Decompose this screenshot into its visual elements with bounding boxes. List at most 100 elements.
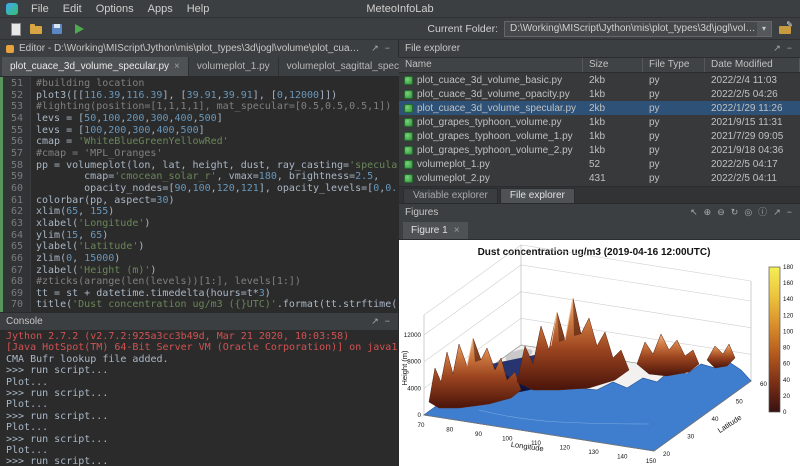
figures-panel: Figures ↖⊕⊖↻◎ⓘ↗− Figure 1 ×: [399, 203, 800, 466]
console-line: Plot...: [6, 445, 394, 456]
rotate-icon[interactable]: ↻: [729, 208, 741, 217]
tab-variable-explorer[interactable]: Variable explorer: [403, 188, 498, 203]
run-script-button[interactable]: [71, 22, 85, 36]
open-folder-button[interactable]: [29, 22, 43, 36]
zoom-out-icon[interactable]: ⊖: [715, 208, 727, 217]
code-line[interactable]: 56cmap = 'WhiteBlueGreenYellowRed': [0, 136, 398, 148]
tick-label: Height (m): [400, 350, 409, 386]
line-number: 63: [0, 218, 30, 230]
table-row[interactable]: volumeplot_1.py52py2022/2/5 04:17: [399, 157, 800, 171]
menu-help[interactable]: Help: [180, 3, 217, 15]
line-number: 60: [0, 183, 30, 195]
full-extent-icon[interactable]: ◎: [742, 208, 754, 217]
save-button[interactable]: [50, 22, 64, 36]
code-line[interactable]: 60 opacity_nodes=[90,100,120,121], opaci…: [0, 183, 398, 195]
plot-3d-scene: Dust concentration ug/m3 (2019-04-16 12:…: [399, 240, 800, 466]
column-header[interactable]: Date Modified: [705, 58, 800, 72]
pointer-icon[interactable]: ↖: [688, 208, 700, 217]
code-editor[interactable]: 51#building location52plot3([[116.39,116…: [0, 77, 398, 312]
menu-bar: FileEditOptionsAppsHelp: [24, 3, 216, 15]
menu-edit[interactable]: Edit: [56, 3, 89, 15]
table-row[interactable]: plot_cuace_3d_volume_specular.py2kbpy202…: [399, 101, 800, 115]
line-number: 52: [0, 90, 30, 102]
code-line[interactable]: 58pp = volumeplot(lon, lat, height, dust…: [0, 160, 398, 172]
column-header[interactable]: Name: [399, 58, 583, 72]
code-line[interactable]: 69tt = st + datetime.timedelta(hours=t*3…: [0, 288, 398, 300]
main-toolbar: Current Folder: D:\Working\MIScript\Jyth…: [0, 18, 800, 40]
table-row[interactable]: plot_grapes_typhoon_volume.py1kbpy2021/9…: [399, 115, 800, 129]
toolbar-icons: [8, 22, 85, 36]
code-line[interactable]: 53#lighting(position=[1,1,1,1], mat_spec…: [0, 101, 398, 113]
identify-icon[interactable]: ⓘ: [756, 208, 769, 217]
console-line: >>> run script...: [6, 456, 394, 466]
tab-figure-1[interactable]: Figure 1 ×: [403, 222, 468, 239]
file-size: 431: [583, 173, 643, 184]
table-row[interactable]: plot_grapes_typhoon_volume_1.py1kbpy2021…: [399, 129, 800, 143]
code-line[interactable]: 51#building location: [0, 78, 398, 90]
meteoinfolab-window: FileEditOptionsAppsHelp MeteoInfoLab Cur…: [0, 0, 800, 466]
table-row[interactable]: volumeplot_2.py431py2022/2/5 04:11: [399, 171, 800, 185]
code-line[interactable]: 61colorbar(pp, aspect=30): [0, 195, 398, 207]
file-date: 2021/7/29 09:05: [705, 131, 800, 142]
editor-tab[interactable]: volumeplot_1.py: [189, 57, 279, 76]
minimize-icon[interactable]: −: [785, 44, 794, 53]
minimize-icon[interactable]: −: [383, 317, 392, 326]
table-row[interactable]: plot_cuace_3d_volume_opacity.py1kbpy2022…: [399, 87, 800, 101]
console-line: [Java HotSpot(TM) 64-Bit Server VM (Orac…: [6, 342, 394, 353]
code-line[interactable]: 57#cmap = 'MPL_Oranges': [0, 148, 398, 160]
tick-label: 180: [783, 264, 794, 271]
line-number: 65: [0, 241, 30, 253]
code-line[interactable]: 70title('Dust concentration ug/m3 ({}UTC…: [0, 299, 398, 311]
file-type: py: [643, 75, 705, 86]
line-number: 68: [0, 276, 30, 288]
zoom-in-icon[interactable]: ⊕: [702, 208, 714, 217]
editor-tab-label: volumeplot_1.py: [197, 61, 270, 72]
line-number: 69: [0, 288, 30, 300]
code-line[interactable]: 63xlabel('Longitude'): [0, 218, 398, 230]
right-pane: File explorer ↗− NameSizeFile TypeDate M…: [399, 40, 800, 466]
code-line[interactable]: 54levs = [50,100,200,300,400,500]: [0, 113, 398, 125]
menu-options[interactable]: Options: [89, 3, 141, 15]
code-line[interactable]: 65ylabel('Latitude'): [0, 241, 398, 253]
current-folder-combobox[interactable]: D:\Working\MIScript\Jython\mis\plot_type…: [504, 21, 772, 37]
minimize-icon[interactable]: −: [383, 44, 392, 53]
tab-file-explorer[interactable]: File explorer: [500, 188, 575, 203]
close-icon[interactable]: ×: [174, 61, 180, 72]
table-row[interactable]: plot_cuace_3d_volume_basic.py2kbpy2022/2…: [399, 73, 800, 87]
file-explorer-header-icons: ↗−: [771, 44, 794, 53]
figure-canvas[interactable]: Dust concentration ug/m3 (2019-04-16 12:…: [399, 240, 800, 466]
code-line[interactable]: 62xlim(65, 155): [0, 206, 398, 218]
file-date: 2021/9/15 11:31: [705, 117, 800, 128]
dropdown-arrow-icon[interactable]: ▾: [757, 22, 771, 36]
new-file-button[interactable]: [8, 22, 22, 36]
browse-folder-button[interactable]: [778, 22, 792, 36]
file-date: 2022/1/29 11:26: [705, 103, 800, 114]
column-header[interactable]: File Type: [643, 58, 705, 72]
code-line[interactable]: 66zlim(0, 15000): [0, 253, 398, 265]
code-line[interactable]: 59 cmap='cmocean_solar_r', vmax=180, bri…: [0, 171, 398, 183]
code-line[interactable]: 64ylim(15, 65): [0, 230, 398, 242]
line-number: 51: [0, 78, 30, 90]
minimize-icon[interactable]: −: [785, 208, 794, 217]
float-icon[interactable]: ↗: [771, 44, 783, 53]
console-line: Plot...: [6, 422, 394, 433]
close-icon[interactable]: ×: [454, 225, 460, 236]
menu-file[interactable]: File: [24, 3, 56, 15]
menu-apps[interactable]: Apps: [141, 3, 180, 15]
editor-tab[interactable]: plot_cuace_3d_volume_specular.py×: [2, 57, 189, 76]
line-number: 58: [0, 160, 30, 172]
float-icon[interactable]: ↗: [369, 44, 381, 53]
console-output[interactable]: Jython 2.7.2 (v2.7.2:925a3cc3b49d, Mar 2…: [0, 330, 398, 466]
tick-label: 140: [617, 454, 628, 461]
float-icon[interactable]: ↗: [771, 208, 783, 217]
tick-label: 140: [783, 296, 794, 303]
code-line[interactable]: 52plot3([[116.39,116.39], [39.91,39.91],…: [0, 90, 398, 102]
code-line[interactable]: 67zlabel('Height (m)'): [0, 265, 398, 277]
code-line[interactable]: 55levs = [100,200,300,400,500]: [0, 125, 398, 137]
table-row[interactable]: plot_grapes_typhoon_volume_2.py1kbpy2021…: [399, 143, 800, 157]
title-bar: FileEditOptionsAppsHelp MeteoInfoLab: [0, 0, 800, 18]
py-file-icon: [404, 118, 413, 127]
code-line[interactable]: 68#zticks(arange(len(levels))[1:], level…: [0, 276, 398, 288]
column-header[interactable]: Size: [583, 58, 643, 72]
float-icon[interactable]: ↗: [369, 317, 381, 326]
